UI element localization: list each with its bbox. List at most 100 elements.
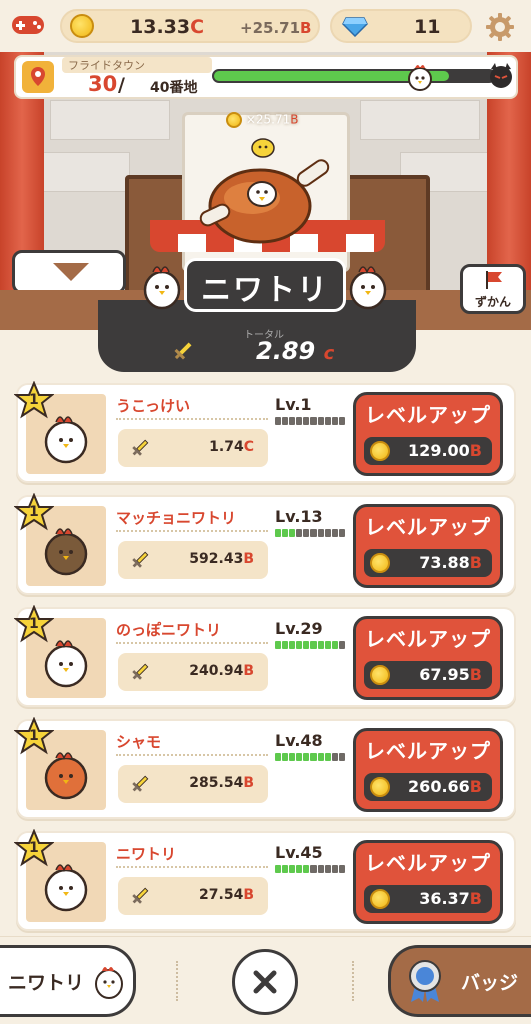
damage-unit: B <box>243 551 254 567</box>
chicken-icon <box>92 960 126 1004</box>
damage-unit: B <box>243 887 254 903</box>
damage-unit: B <box>243 663 254 679</box>
cost-unit: B <box>469 889 482 908</box>
level-label: Lv.13 <box>275 507 323 526</box>
chicken-name: マッチョニワトリ <box>116 509 237 527</box>
damage-box: 285.54B <box>118 765 268 803</box>
level-up-button[interactable]: レベルアップ 260.66B <box>353 728 503 812</box>
tab-chickens-label: ニワトリ <box>8 972 85 994</box>
level-up-label: レベルアップ <box>365 403 491 427</box>
level-progress-bar <box>275 417 345 425</box>
gem-counter: 11 <box>330 9 472 43</box>
level-up-label: レベルアップ <box>365 851 491 875</box>
flag-book-icon <box>483 269 505 295</box>
chicken-mascot-icon <box>140 256 184 316</box>
level-progress-bar <box>275 865 345 873</box>
gamepad-icon[interactable] <box>10 12 46 38</box>
chicken-progress-marker <box>406 59 434 93</box>
cost-value: 67.95 <box>419 665 470 684</box>
level-progress-bar <box>275 641 345 649</box>
map-pin-icon <box>22 61 54 93</box>
damage-value: 285.54 <box>189 775 244 791</box>
chicken-name: うこっけい <box>116 397 190 415</box>
damage-value: 27.54 <box>199 887 244 903</box>
rank-number: 1 <box>29 728 39 744</box>
cost-value: 260.66 <box>408 777 470 796</box>
address-total: 40番地 <box>150 80 198 96</box>
coin-icon <box>70 14 94 38</box>
sword-icon <box>130 886 150 910</box>
level-label: Lv.29 <box>275 619 323 638</box>
damage-box: 27.54B <box>118 877 268 915</box>
location-card[interactable]: フライドタウン 30 / 40番地 <box>14 55 518 99</box>
level-progress-bar <box>275 529 345 537</box>
address-number: 30 <box>88 72 118 96</box>
cost-value: 129.00 <box>408 441 470 460</box>
damage-box: 592.43B <box>118 541 268 579</box>
coin-counter: 13.33C +25.71B <box>60 9 320 43</box>
diamond-icon <box>342 17 368 41</box>
tab-badges[interactable]: バッジ <box>388 945 531 1017</box>
coin-amount: 13.33 <box>130 16 191 38</box>
chicken-card[interactable]: 1 のっぽニワトリ 240.94B Lv.29 レベルアップ 67.95B <box>13 604 516 707</box>
chicken-mascot-icon <box>346 256 390 316</box>
damage-unit: B <box>243 775 254 791</box>
town-name: フライドタウン <box>62 57 212 73</box>
cost-unit: B <box>469 553 482 572</box>
tab-badges-label: バッジ <box>461 972 519 994</box>
chicken-card[interactable]: 1 うこっけい 1.74C Lv.1 レベルアップ 129.00B <box>13 380 516 483</box>
rank-number: 1 <box>29 504 39 520</box>
tab-chickens[interactable]: ニワトリ <box>0 945 136 1017</box>
gem-amount: 11 <box>414 16 441 38</box>
cost-box: 36.37B <box>364 885 492 913</box>
rank-number: 1 <box>29 840 39 856</box>
chicken-card[interactable]: 1 マッチョニワトリ 592.43B Lv.13 レベルアップ 73.88B <box>13 492 516 595</box>
level-up-button[interactable]: レベルアップ 36.37B <box>353 840 503 924</box>
encyclopedia-label: ずかん <box>474 295 511 309</box>
coin-icon <box>226 112 242 128</box>
total-unit: c <box>323 343 335 364</box>
chicken-card[interactable]: 1 シャモ 285.54B Lv.48 レベルアップ 260.66B <box>13 716 516 819</box>
sword-icon <box>130 662 150 686</box>
chicken-card[interactable]: 1 ニワトリ 27.54B Lv.45 レベルアップ 36.37B <box>13 828 516 931</box>
cost-box: 73.88B <box>364 549 492 577</box>
encyclopedia-button[interactable]: ずかん <box>460 264 526 314</box>
sword-icon <box>130 774 150 798</box>
level-up-button[interactable]: レベルアップ 129.00B <box>353 392 503 476</box>
rank-star-icon: 1 <box>13 604 55 643</box>
chicken-name: のっぽニワトリ <box>116 621 222 639</box>
cost-value: 73.88 <box>419 553 470 572</box>
cost-box: 129.00B <box>364 437 492 465</box>
coin-icon <box>370 889 390 909</box>
level-label: Lv.45 <box>275 843 323 862</box>
bonus-unit: B <box>290 112 299 127</box>
total-value: 2.89 <box>256 337 316 365</box>
address-slash: / <box>118 74 125 96</box>
rank-star-icon: 1 <box>13 828 55 867</box>
damage-value: 240.94 <box>189 663 244 679</box>
close-button[interactable] <box>232 949 298 1015</box>
progress-track <box>212 69 496 83</box>
cost-box: 260.66B <box>364 773 492 801</box>
level-progress-bar <box>275 753 345 761</box>
cost-value: 36.37 <box>419 889 470 908</box>
chick-icon <box>250 136 276 158</box>
expand-scene-button[interactable] <box>12 250 126 294</box>
rank-star-icon: 1 <box>13 716 55 755</box>
gear-icon[interactable] <box>485 12 515 42</box>
coin-icon <box>370 441 390 461</box>
level-up-label: レベルアップ <box>365 739 491 763</box>
rank-number: 1 <box>29 392 39 408</box>
medal-icon <box>405 958 445 1008</box>
coin-icon <box>370 553 390 573</box>
devil-boss-icon <box>486 61 516 91</box>
chevron-down-icon <box>51 261 91 287</box>
level-up-button[interactable]: レベルアップ 73.88B <box>353 504 503 588</box>
rank-star-icon: 1 <box>13 492 55 531</box>
bonus-indicator: ×25.71B <box>226 112 298 128</box>
level-up-label: レベルアップ <box>365 627 491 651</box>
level-up-button[interactable]: レベルアップ 67.95B <box>353 616 503 700</box>
rank-number: 1 <box>29 616 39 632</box>
banner-title: ニワトリ <box>201 273 329 308</box>
cost-unit: B <box>469 665 482 684</box>
